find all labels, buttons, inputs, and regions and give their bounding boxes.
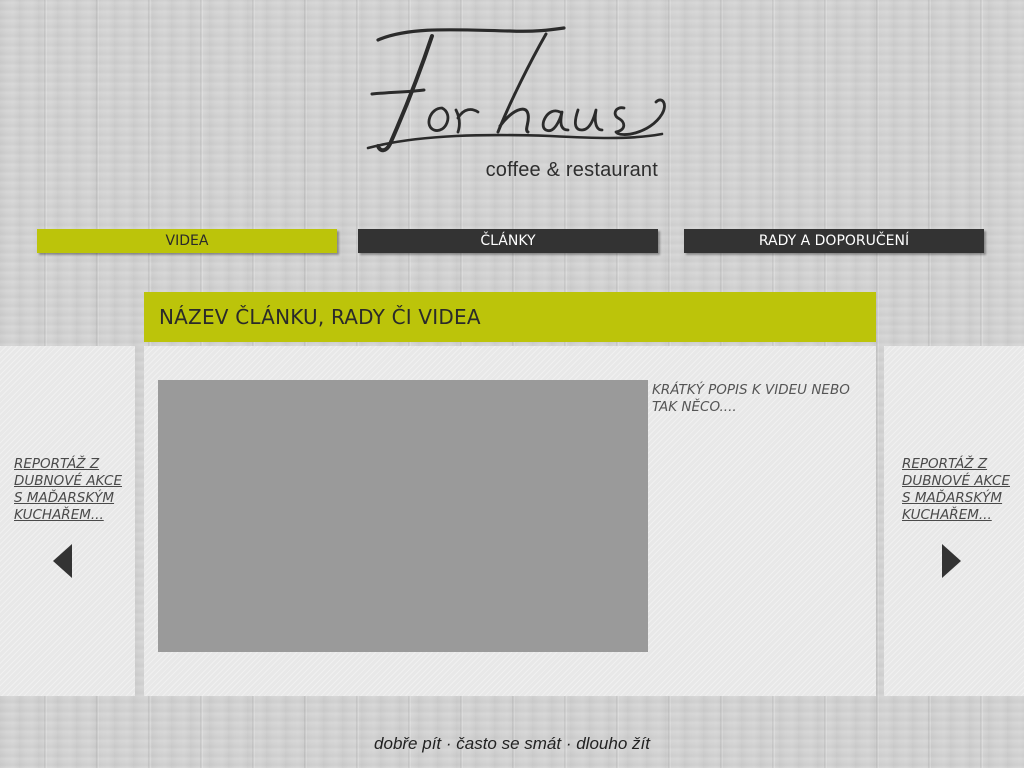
- footer-tagline: dobře pít · často se smát · dlouho žít: [374, 734, 650, 753]
- video-player[interactable]: [158, 380, 648, 652]
- main-content-panel: KRÁTKÝ POPIS K VIDEU NEBO TAK NĚCO....: [144, 346, 876, 696]
- tab-videa[interactable]: VIDEA: [37, 229, 337, 253]
- prev-article-link[interactable]: REPORTÁŽ Z DUBNOVÉ AKCE S MAĎARSKÝM KUCH…: [14, 456, 132, 524]
- article-title: NÁZEV ČLÁNKU, RADY ČI VIDEA: [159, 305, 481, 329]
- logo-subtitle: coffee & restaurant: [485, 159, 658, 181]
- next-article-panel: REPORTÁŽ Z DUBNOVÉ AKCE S MAĎARSKÝM KUCH…: [884, 346, 1024, 696]
- forhaus-logo-script: [366, 26, 666, 153]
- prev-article-panel: REPORTÁŽ Z DUBNOVÉ AKCE S MAĎARSKÝM KUCH…: [0, 346, 135, 696]
- tab-rady-a-doporuceni[interactable]: RADY A DOPORUČENÍ: [684, 229, 984, 253]
- arrow-left-icon[interactable]: [53, 544, 73, 578]
- tab-clanky[interactable]: ČLÁNKY: [358, 229, 658, 253]
- next-article-link[interactable]: REPORTÁŽ Z DUBNOVÉ AKCE S MAĎARSKÝM KUCH…: [902, 456, 1020, 524]
- logo: coffee & restaurant: [350, 22, 680, 187]
- article-header: NÁZEV ČLÁNKU, RADY ČI VIDEA: [144, 292, 876, 342]
- arrow-right-icon[interactable]: [941, 544, 961, 578]
- video-description: KRÁTKÝ POPIS K VIDEU NEBO TAK NĚCO....: [652, 382, 850, 415]
